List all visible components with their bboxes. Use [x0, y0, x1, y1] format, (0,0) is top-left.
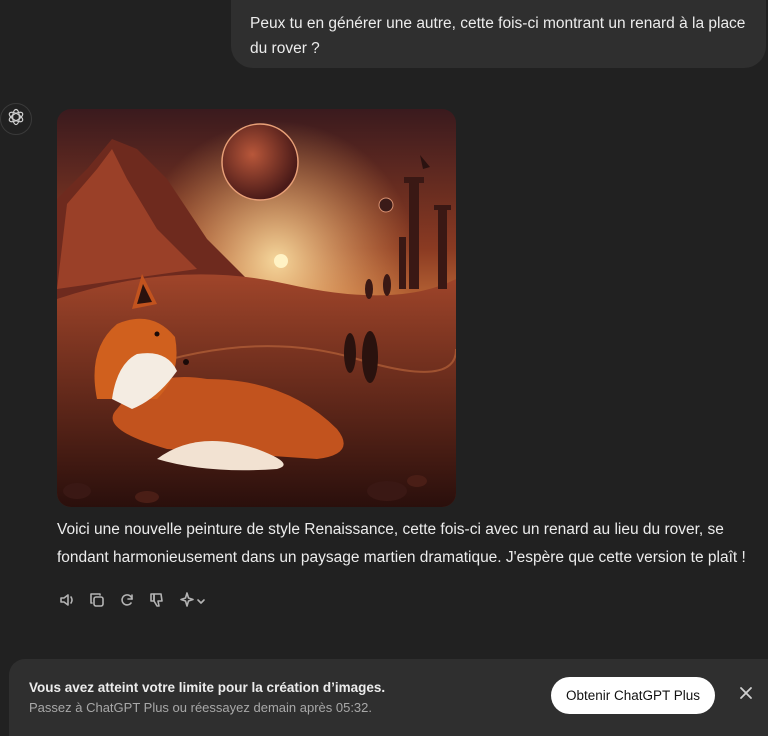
regenerate-button[interactable] — [117, 591, 137, 613]
user-message-bubble: Peux tu en générer une autre, cette fois… — [231, 0, 766, 68]
close-banner-button[interactable] — [737, 686, 755, 704]
copy-button[interactable] — [87, 591, 107, 613]
limit-title: Vous avez atteint votre limite pour la c… — [29, 680, 386, 695]
chevron-down-icon — [196, 593, 206, 611]
close-icon — [739, 686, 753, 705]
image-limit-banner: Vous avez atteint votre limite pour la c… — [9, 659, 768, 736]
openai-logo-icon — [6, 107, 26, 132]
upgrade-button[interactable]: Obtenir ChatGPT Plus — [551, 677, 715, 714]
thumbs-down-icon — [148, 591, 166, 614]
assistant-avatar — [0, 103, 32, 135]
assistant-reply-text: Voici une nouvelle peinture de style Ren… — [57, 521, 746, 566]
model-switch-button[interactable] — [177, 591, 207, 613]
regenerate-icon — [118, 591, 136, 614]
read-aloud-button[interactable] — [57, 591, 77, 613]
thumbs-down-button[interactable] — [147, 591, 167, 613]
user-message-text: Peux tu en générer une autre, cette fois… — [250, 15, 746, 57]
copy-icon — [88, 591, 106, 614]
message-actions — [57, 590, 207, 614]
limit-subtitle: Passez à ChatGPT Plus ou réessayez demai… — [29, 700, 373, 715]
speaker-icon — [58, 591, 76, 614]
sparkle-model-icon — [178, 591, 196, 614]
generated-image[interactable] — [57, 109, 456, 507]
